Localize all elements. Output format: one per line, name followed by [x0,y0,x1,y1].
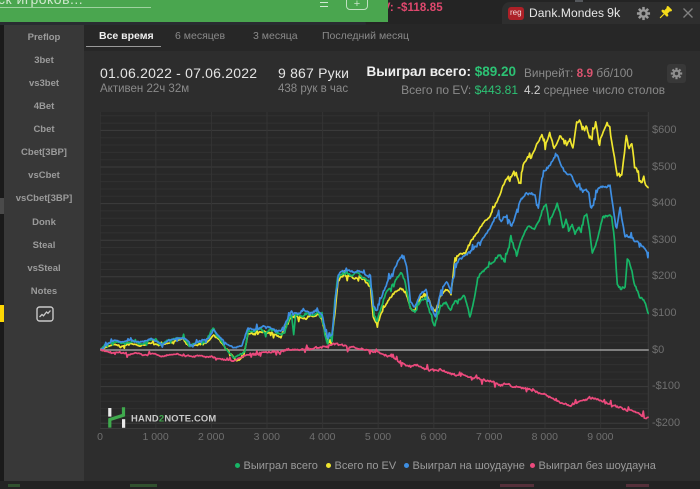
svg-text:HAND2NOTE.COM: HAND2NOTE.COM [131,413,216,424]
